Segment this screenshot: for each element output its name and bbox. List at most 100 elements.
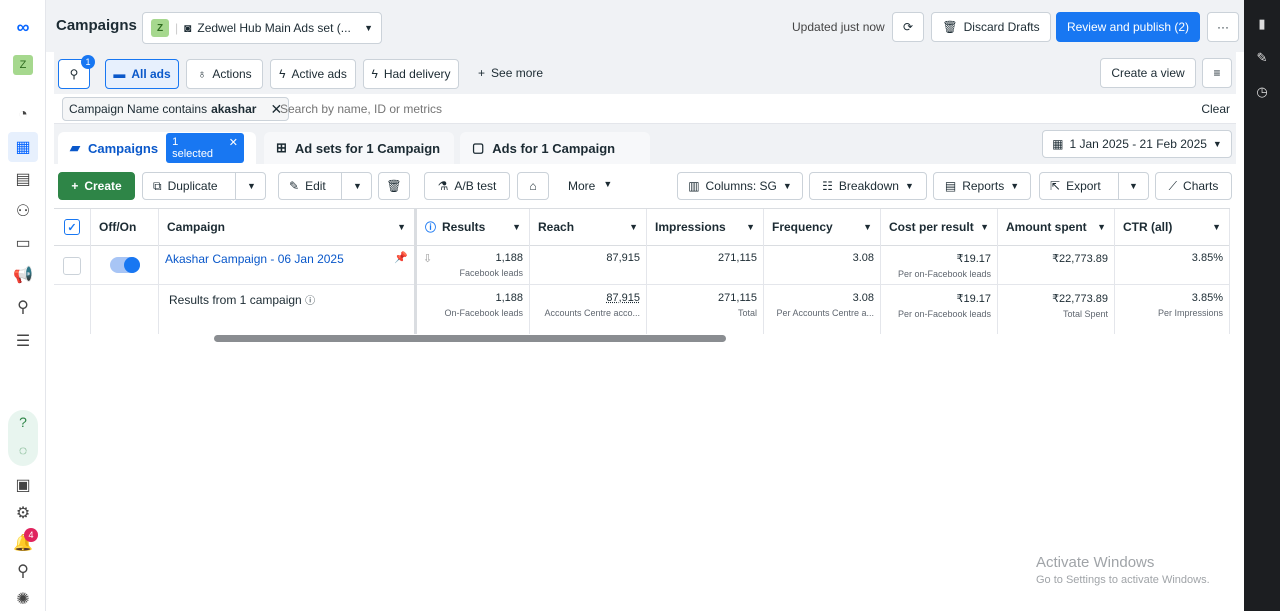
tag-button[interactable]: ⌂ (517, 172, 549, 200)
trash-icon: 🗑 (942, 20, 958, 34)
search-icon[interactable]: ⚲ (8, 556, 38, 586)
account-avatar-small: Z (151, 19, 169, 37)
actions-button[interactable]: ♁ Actions (186, 59, 263, 89)
create-button[interactable]: + Create (58, 172, 135, 200)
meta-logo-icon[interactable]: ∞ (8, 12, 38, 42)
tab-campaigns[interactable]: ▰ Campaigns 1 selected ✕ (58, 132, 256, 164)
select-all-checkbox[interactable]: ✓ (64, 219, 80, 235)
campaign-toggle[interactable] (109, 257, 140, 273)
chevron-down-icon[interactable]: ▼ (863, 222, 872, 232)
copy-icon: ⧉ (153, 178, 162, 193)
more-options-button[interactable]: ··· (1207, 12, 1239, 42)
audiences-icon[interactable]: ⚇ (8, 196, 38, 226)
export-icon: ⇱ (1050, 179, 1061, 193)
bug-report-icon[interactable]: ✺ (8, 584, 38, 614)
tag-icon: ⌂ (529, 179, 537, 193)
chevron-down-icon[interactable]: ▼ (512, 222, 521, 232)
left-nav: ∞ Z ◔ ▦ ▤ ⚇ ▭ 📢 ⚲ ☰ ? ◌ ▣ ⚙ 🔔 4 ⚲ ✺ (0, 0, 46, 611)
tab-ad-sets[interactable]: ⊞ Ad sets for 1 Campaign (264, 132, 454, 164)
results-column: ⓘ Results ▼ ⇩ 1,188 Facebook leads 1,188 On-F… (417, 209, 530, 334)
columns-icon: ▥ (688, 179, 700, 193)
columns-button[interactable]: ▥ Columns: SG ▼ (677, 172, 803, 200)
filter-row: ⚲ 1 ▬ All ads ♁ Actions ϟ Active ads ϟ Had d… (54, 52, 1236, 94)
info-icon[interactable]: ⓘ (305, 296, 315, 307)
chevron-down-icon[interactable]: ▼ (247, 181, 256, 191)
tab-ads[interactable]: ▢ Ads for 1 Campaign (460, 132, 650, 164)
right-sidebar: ▮ ✎ ◷ (1244, 0, 1280, 611)
info-icon[interactable]: ⓘ (425, 219, 436, 235)
business-icon[interactable]: ⚲ (8, 292, 38, 322)
charts-button[interactable]: ⟋ Charts (1155, 172, 1232, 200)
review-publish-button[interactable]: Review and publish (2) (1056, 12, 1200, 42)
updated-status: Updated just now (792, 20, 885, 34)
row-checkbox[interactable] (63, 257, 81, 275)
ads-manager-table-icon[interactable]: ▦ (8, 132, 38, 162)
notifications-icon[interactable]: 🔔 4 (8, 528, 38, 558)
amount-spent-column: Amount spent ▼ ₹22,773.89 ₹22,773.89 Total… (998, 209, 1115, 334)
lightning-icon: ϟ (279, 67, 286, 81)
view-settings-button[interactable]: ≡ (1202, 58, 1232, 88)
chevron-down-icon[interactable]: ▼ (397, 222, 406, 232)
clear-button[interactable]: Clear (1201, 102, 1230, 116)
chat-icon[interactable]: ◌ (8, 442, 38, 458)
edit-button[interactable]: ✎ Edit ▼ (278, 172, 372, 200)
delete-button[interactable]: 🗑 (378, 172, 410, 200)
create-view-button[interactable]: Create a view (1100, 58, 1196, 88)
refresh-button[interactable]: ⟳ (892, 12, 924, 42)
help-icon[interactable]: ? (8, 414, 38, 430)
reach-column: Reach ▼ 87,915 87,915 Accounts Centre acco… (530, 209, 647, 334)
pencil-icon[interactable]: ✎ (1252, 48, 1272, 68)
ctr-column: CTR (all) ▼ 3.85% 3.85% Per Impressions (1115, 209, 1230, 334)
breakdown-button[interactable]: ☷ Breakdown ▼ (809, 172, 927, 200)
horizontal-scrollbar[interactable] (214, 335, 726, 342)
lightning-icon: ϟ (371, 67, 378, 81)
filter-chip[interactable]: Campaign Name contains akashar ✕ (62, 97, 290, 121)
breakdown-icon: ☷ (822, 179, 833, 193)
notification-badge: 4 (24, 528, 38, 542)
dashboard-icon[interactable]: ◔ (8, 100, 38, 130)
chevron-down-icon[interactable]: ▼ (629, 222, 638, 232)
campaign-name-link[interactable]: Akashar Campaign - 06 Jan 2025 (165, 252, 344, 266)
search-icon: ⚲ (69, 67, 79, 81)
more-button[interactable]: More ▼ (568, 179, 612, 193)
close-icon: ✕ (228, 137, 238, 149)
refresh-icon: ⟳ (902, 20, 914, 34)
ab-test-button[interactable]: ⚗ A/B test (424, 172, 510, 200)
flask-icon: ⚗ (437, 179, 449, 193)
export-button[interactable]: ⇱ Export ▼ (1039, 172, 1149, 200)
pages-icon[interactable]: ▤ (8, 164, 38, 194)
reports-button[interactable]: ▤ Reports ▼ (933, 172, 1031, 200)
date-range-picker[interactable]: ▦ 1 Jan 2025 - 21 Feb 2025 ▼ (1042, 130, 1232, 158)
chevron-down-icon[interactable]: ▼ (353, 181, 362, 191)
chevron-down-icon: ▼ (364, 23, 373, 33)
account-selector[interactable]: Z | ◙ Zedwel Hub Main Ads set (... ▼ (142, 12, 382, 44)
billing-icon[interactable]: ▭ (8, 228, 38, 258)
search-toggle-button[interactable]: ⚲ 1 (58, 55, 95, 89)
megaphone-icon[interactable]: 📢 (8, 260, 38, 290)
news-icon[interactable]: ▣ (8, 470, 38, 500)
pin-icon[interactable]: 📌 (394, 251, 408, 264)
menu-icon[interactable]: ☰ (8, 326, 38, 356)
had-delivery-button[interactable]: ϟ Had delivery (363, 59, 459, 89)
chevron-down-icon[interactable]: ▼ (980, 222, 989, 232)
plus-icon: + (71, 179, 79, 193)
selected-badge[interactable]: 1 selected ✕ (166, 133, 244, 163)
windows-watermark: Activate Windows Go to Settings to activ… (1036, 554, 1210, 586)
search-input[interactable] (280, 98, 880, 120)
discard-drafts-button[interactable]: 🗑 Discard Drafts (931, 12, 1051, 42)
chevron-down-icon[interactable]: ▼ (1097, 222, 1106, 232)
all-ads-button[interactable]: ▬ All ads (105, 59, 179, 89)
campaigns-table: ✓ Off/On Campaign ▼ Akashar Campaign - 06… (54, 208, 1230, 334)
see-more-button[interactable]: + See more (478, 66, 543, 80)
clock-icon[interactable]: ◷ (1252, 82, 1272, 102)
chevron-down-icon[interactable]: ▼ (1212, 222, 1221, 232)
account-avatar[interactable]: Z (8, 50, 38, 80)
bar-chart-icon[interactable]: ▮ (1252, 14, 1272, 34)
account-name: Zedwel Hub Main Ads set (... (197, 21, 351, 35)
settings-icon[interactable]: ⚙ (8, 498, 38, 528)
duplicate-button[interactable]: ⧉ Duplicate ▼ (142, 172, 266, 200)
main-area: Campaigns Z | ◙ Zedwel Hub Main Ads set … (46, 0, 1244, 611)
chevron-down-icon[interactable]: ▼ (746, 222, 755, 232)
active-ads-button[interactable]: ϟ Active ads (270, 59, 356, 89)
chevron-down-icon[interactable]: ▼ (1129, 181, 1138, 191)
